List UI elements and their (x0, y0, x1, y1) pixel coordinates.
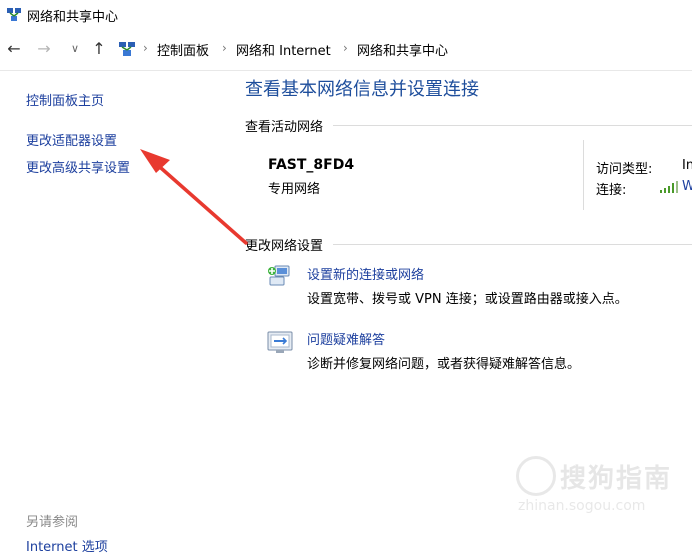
access-type-label: 访问类型: (596, 162, 653, 177)
watermark-url: zhinan.sogou.com (518, 498, 646, 514)
troubleshoot-icon (267, 331, 293, 353)
sidebar-link-advanced-sharing[interactable]: 更改高级共享设置 (26, 157, 130, 176)
see-also-heading: 另请参阅 (26, 515, 79, 530)
forward-arrow-icon[interactable]: → (34, 37, 54, 61)
troubleshoot-link[interactable]: 问题疑难解答 (307, 329, 385, 348)
connection-link[interactable]: W (682, 179, 692, 194)
wifi-signal-icon (660, 181, 678, 193)
back-arrow-icon[interactable]: ← (4, 37, 24, 61)
recent-locations-chevron-icon[interactable]: ∨ (65, 37, 85, 61)
connection-label: 连接: (596, 183, 627, 198)
sidebar-link-change-adapter[interactable]: 更改适配器设置 (26, 130, 117, 149)
sidebar-link-internet-options[interactable]: Internet 选项 (26, 536, 108, 555)
active-networks-divider (333, 125, 692, 126)
page-title: 查看基本网络信息并设置连接 (245, 79, 479, 100)
watermark-text: 搜狗指南 (560, 464, 673, 494)
breadcrumb-network-internet[interactable]: 网络和 Internet (236, 40, 331, 59)
watermark: 搜狗指南 zhinan.sogou.com (516, 454, 676, 524)
address-divider (0, 70, 692, 71)
setup-new-connection-link[interactable]: 设置新的连接或网络 (307, 264, 424, 283)
change-settings-heading: 更改网络设置 (245, 239, 324, 254)
title-bar: 网络和共享中心 (0, 0, 692, 30)
access-type-value: In (682, 158, 692, 173)
address-bar: ← → ∨ ↑ › 控制面板 › 网络和 Internet › 网络和共享中心 (0, 34, 692, 64)
setup-new-connection-desc: 设置宽带、拨号或 VPN 连接；或设置路由器或接入点。 (307, 292, 628, 307)
new-connection-icon (268, 265, 290, 286)
breadcrumb-separator-icon[interactable]: › (343, 41, 348, 55)
active-networks-heading: 查看活动网络 (245, 120, 324, 135)
troubleshoot-desc: 诊断并修复网络问题，或者获得疑难解答信息。 (307, 357, 581, 372)
network-type-link[interactable]: 专用网络 (268, 178, 320, 197)
change-settings-divider (333, 244, 692, 245)
sidebar-link-home[interactable]: 控制面板主页 (26, 90, 104, 109)
window-title: 网络和共享中心 (27, 10, 119, 25)
breadcrumb-network-sharing-center[interactable]: 网络和共享中心 (357, 40, 448, 59)
breadcrumb-separator-icon[interactable]: › (222, 41, 227, 55)
breadcrumb-control-panel[interactable]: 控制面板 (157, 40, 209, 59)
control-panel-icon (119, 42, 135, 56)
network-center-icon (7, 8, 21, 21)
network-name: FAST_8FD4 (268, 157, 355, 173)
watermark-logo-icon (516, 456, 556, 496)
up-arrow-icon[interactable]: ↑ (89, 37, 109, 61)
network-info-divider (583, 140, 584, 210)
breadcrumb-separator-icon[interactable]: › (143, 41, 148, 55)
